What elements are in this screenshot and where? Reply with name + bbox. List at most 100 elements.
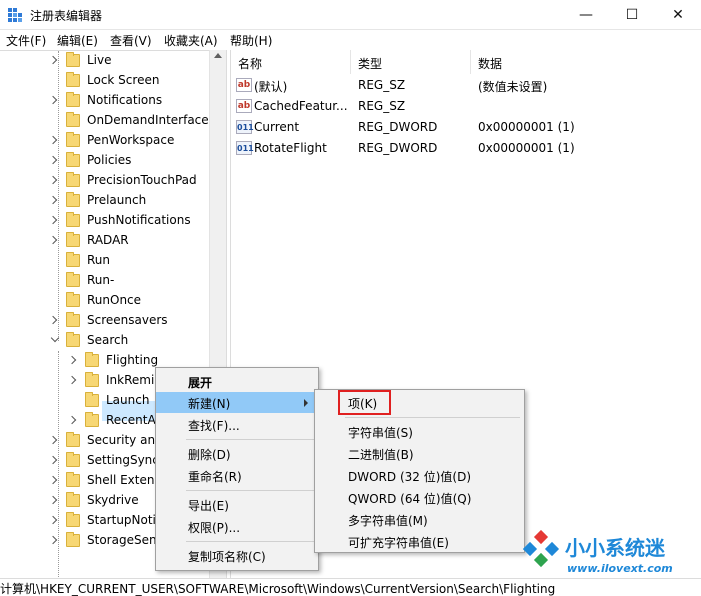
string-value-icon: ab xyxy=(236,99,252,113)
column-separator[interactable] xyxy=(350,50,351,74)
tree-item-live[interactable]: Live xyxy=(0,51,226,71)
expand-arrow-icon[interactable] xyxy=(48,195,58,205)
value-row[interactable]: 011 Current REG_DWORD 0x00000001 (1) xyxy=(231,117,701,138)
value-row[interactable]: ab CachedFeatur... REG_SZ xyxy=(231,96,701,117)
folder-icon xyxy=(66,292,80,307)
tree-item-search[interactable]: Search xyxy=(0,331,226,351)
expand-arrow-icon[interactable] xyxy=(48,175,58,185)
tree-item-label: PenWorkspace xyxy=(87,133,175,147)
menu-edit[interactable]: 编辑(E) xyxy=(57,32,98,49)
tree-item-label: PushNotifications xyxy=(87,213,191,227)
tree-item-label: Screensavers xyxy=(87,313,168,327)
expand-arrow-icon[interactable] xyxy=(48,155,58,165)
tree-item-label: Search xyxy=(87,333,129,347)
tree-item-notifications[interactable]: Notifications xyxy=(0,91,226,111)
folder-icon xyxy=(66,252,80,267)
menu-favorites[interactable]: 收藏夹(A) xyxy=(164,32,218,49)
tree-item-penworkspace[interactable]: PenWorkspace xyxy=(0,131,226,151)
tree-item-label: Lock Screen xyxy=(87,73,160,87)
expand-arrow-icon[interactable] xyxy=(48,435,58,445)
minimize-button[interactable]: — xyxy=(563,0,609,30)
tree-item-label: PrecisionTouchPad xyxy=(87,173,197,187)
value-type: REG_SZ xyxy=(358,78,406,92)
expand-arrow-icon[interactable] xyxy=(67,355,77,365)
menu-item-expandable-string-value[interactable]: 可扩充字符串值(E) xyxy=(315,531,524,552)
folder-icon xyxy=(66,272,80,287)
tree-item-screensavers[interactable]: Screensavers xyxy=(0,311,226,331)
column-header-type[interactable]: 类型 xyxy=(358,50,382,74)
expand-arrow-icon[interactable] xyxy=(48,235,58,245)
close-button[interactable]: ✕ xyxy=(655,0,701,30)
menu-view[interactable]: 查看(V) xyxy=(110,32,152,49)
expand-arrow-icon[interactable] xyxy=(48,515,58,525)
tree-item-label: Run- xyxy=(87,273,115,287)
expand-arrow-icon[interactable] xyxy=(48,535,58,545)
expand-arrow-icon[interactable] xyxy=(48,215,58,225)
menu-item-string-value[interactable]: 字符串值(S) xyxy=(315,421,524,442)
menu-item-delete[interactable]: 删除(D) xyxy=(156,443,318,464)
collapse-arrow-icon[interactable] xyxy=(50,333,60,343)
tree-item-lock-screen[interactable]: Lock Screen xyxy=(0,71,226,91)
tree-item-run[interactable]: Run xyxy=(0,251,226,271)
watermark-title: 小小系统迷 xyxy=(565,536,665,560)
menu-item-new[interactable]: 新建(N) xyxy=(156,392,318,413)
scroll-up-arrow-icon[interactable] xyxy=(214,53,222,58)
expand-arrow-icon[interactable] xyxy=(48,135,58,145)
menu-item-copy-key-name[interactable]: 复制项名称(C) xyxy=(156,545,318,566)
menu-item-rename[interactable]: 重命名(R) xyxy=(156,465,318,486)
value-row[interactable]: 011 RotateFlight REG_DWORD 0x00000001 (1… xyxy=(231,138,701,159)
expand-arrow-icon[interactable] xyxy=(67,415,77,425)
window-title: 注册表编辑器 xyxy=(30,9,103,23)
folder-icon xyxy=(66,172,80,187)
menu-item-qword-value[interactable]: QWORD (64 位)值(Q) xyxy=(315,487,524,508)
tree-item-policies[interactable]: Policies xyxy=(0,151,226,171)
menu-separator xyxy=(186,490,314,491)
value-name: Current xyxy=(254,120,300,134)
folder-icon xyxy=(66,72,80,87)
tree-item-ondemandinterface[interactable]: OnDemandInterfaceC xyxy=(0,111,226,131)
tree-item-label: Policies xyxy=(87,153,132,167)
menu-item-new-label: 新建(N) xyxy=(188,397,231,411)
menu-help[interactable]: 帮助(H) xyxy=(230,32,272,49)
tree-item-label: Live xyxy=(87,53,112,67)
column-header-data[interactable]: 数据 xyxy=(478,50,502,74)
folder-icon xyxy=(85,352,99,367)
tree-item-run-dash[interactable]: Run- xyxy=(0,271,226,291)
value-row[interactable]: ab (默认) REG_SZ (数值未设置) xyxy=(231,75,701,96)
menu-item-permissions[interactable]: 权限(P)... xyxy=(156,516,318,537)
tree-item-prelaunch[interactable]: Prelaunch xyxy=(0,191,226,211)
folder-icon xyxy=(85,392,99,407)
expand-arrow-icon[interactable] xyxy=(48,455,58,465)
expand-arrow-icon[interactable] xyxy=(48,95,58,105)
menu-item-multi-string-value[interactable]: 多字符串值(M) xyxy=(315,509,524,530)
tree-item-precisiontouchpad[interactable]: PrecisionTouchPad xyxy=(0,171,226,191)
menu-item-find[interactable]: 查找(F)... xyxy=(156,414,318,435)
value-type: REG_DWORD xyxy=(358,120,438,134)
menu-item-export[interactable]: 导出(E) xyxy=(156,494,318,515)
expand-arrow-icon[interactable] xyxy=(48,475,58,485)
tree-item-label: Run xyxy=(87,253,111,267)
tree-item-radar[interactable]: RADAR xyxy=(0,231,226,251)
expand-arrow-icon[interactable] xyxy=(48,315,58,325)
menu-file[interactable]: 文件(F) xyxy=(6,32,46,49)
expand-arrow-icon[interactable] xyxy=(48,55,58,65)
watermark: 小小系统迷 www.ilovext.com xyxy=(523,528,701,588)
folder-icon xyxy=(66,332,80,347)
watermark-logo-icon xyxy=(523,530,560,568)
expand-arrow-icon[interactable] xyxy=(67,375,77,385)
value-name: RotateFlight xyxy=(254,141,327,155)
folder-icon xyxy=(66,472,80,487)
expand-arrow-icon[interactable] xyxy=(48,495,58,505)
maximize-button[interactable]: ☐ xyxy=(609,0,655,30)
menu-item-expand[interactable]: 展开 xyxy=(156,371,318,392)
column-separator[interactable] xyxy=(470,50,471,74)
value-data: (数值未设置) xyxy=(478,80,548,94)
tree-item-label: Flighting xyxy=(106,353,159,367)
tree-item-runonce[interactable]: RunOnce xyxy=(0,291,226,311)
column-header-name[interactable]: 名称 xyxy=(238,50,262,74)
menu-item-binary-value[interactable]: 二进制值(B) xyxy=(315,443,524,464)
tree-item-pushnotifications[interactable]: PushNotifications xyxy=(0,211,226,231)
tree-item-label: RADAR xyxy=(87,233,129,247)
menu-item-dword-value[interactable]: DWORD (32 位)值(D) xyxy=(315,465,524,486)
menu-bar: 文件(F) 编辑(E) 查看(V) 收藏夹(A) 帮助(H) xyxy=(0,30,701,50)
